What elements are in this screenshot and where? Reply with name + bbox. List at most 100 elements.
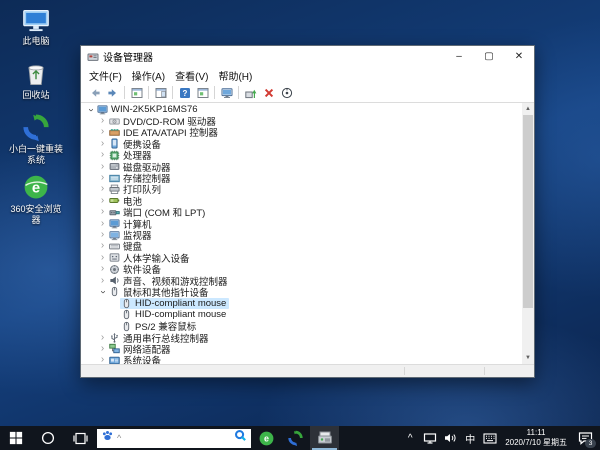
task-view-icon [73,432,88,445]
search-logo-icon[interactable] [234,429,247,447]
action-center-button[interactable]: 3 [572,426,598,450]
svg-text:?: ? [182,89,187,98]
taskbar-app-360-browser[interactable]: e [252,426,281,450]
recycle-bin-icon [21,60,51,88]
uninstall-icon [263,87,275,99]
chevron-collapsed-icon[interactable]: › [97,116,108,126]
tree-item[interactable]: › 系统设备 [83,355,521,364]
chevron-collapsed-icon[interactable]: › [97,162,108,172]
360-browser-icon: e [258,430,275,447]
tree-item[interactable]: ›打印队列 [83,184,521,195]
back-button[interactable] [86,85,103,101]
tree-item-label: HID-compliant mouse [135,298,226,309]
start-button[interactable] [0,426,32,450]
tree-item[interactable]: ›鼠标和其他指针设备 [83,286,521,297]
chevron-expanded-icon[interactable]: › [86,104,96,115]
menu-item-3[interactable]: 帮助(H) [213,68,257,83]
chevron-collapsed-icon[interactable]: › [97,230,108,240]
chevron-collapsed-icon[interactable]: › [97,184,108,194]
chevron-collapsed-icon[interactable]: › [97,207,108,217]
network-icon[interactable] [420,426,440,450]
chevron-collapsed-icon[interactable]: › [97,196,108,206]
computer-icon [97,104,108,115]
window-titlebar[interactable]: 设备管理器 – ▢ ✕ [81,46,534,67]
chevron-collapsed-icon[interactable]: › [97,241,108,251]
desktop-icon-this-pc[interactable]: 此电脑 [4,6,68,47]
chevron-collapsed-icon[interactable]: › [97,264,108,274]
device-manager-icon [317,430,333,446]
chevron-collapsed-icon[interactable]: › [97,219,108,229]
taskbar-search-input[interactable]: ^ [97,429,251,448]
windows-logo-icon [9,431,23,445]
chevron-collapsed-icon[interactable]: › [97,333,108,343]
notification-badge: 3 [585,439,596,448]
scan-hardware-changes-button[interactable] [278,85,295,101]
toolbar-separator [214,86,215,99]
statusbar-divider [484,367,485,375]
desktop-wallpaper: 此电脑回收站小白一键重装 系统e360安全浏览 器 设备管理器 – ▢ ✕ 文件… [0,0,600,450]
properties-button[interactable] [218,85,235,101]
chevron-collapsed-icon[interactable]: › [97,173,108,183]
console-window-icon [131,87,143,99]
scan-icon [281,87,293,99]
show-console-tree-button[interactable] [128,85,145,101]
toolbar-separator [238,86,239,99]
tray-overflow-chevron[interactable]: ^ [400,426,420,450]
scroll-down-icon[interactable]: ▼ [522,352,534,364]
chevron-collapsed-icon[interactable]: › [97,139,108,149]
scrollbar-thumb[interactable] [523,115,533,308]
chevron-expanded-icon[interactable]: › [98,286,108,297]
search-caret[interactable]: ^ [117,433,121,443]
menu-item-1[interactable]: 操作(A) [127,68,170,83]
forward-button[interactable] [104,85,121,101]
arrow-right-icon [107,87,119,99]
task-view-button[interactable] [64,426,96,450]
chevron-collapsed-icon[interactable]: › [97,276,108,286]
device-manager-icon [87,51,99,63]
minimize-button[interactable]: – [444,46,474,67]
ime-indicator[interactable]: 中 [460,426,480,450]
mouse-icon [109,286,120,297]
cortana-button[interactable] [32,426,64,450]
system-tray: ^ 中 11:11 2020/7/10 星期五 3 [400,426,600,450]
help-icon: ? [179,87,191,99]
show-action-pane-button[interactable] [152,85,169,101]
maximize-button[interactable]: ▢ [474,46,504,67]
chevron-collapsed-icon[interactable]: › [97,355,108,364]
chevron-collapsed-icon[interactable]: › [97,253,108,263]
desktop-icon-xiaobai-reinstall[interactable]: 小白一键重装 系统 [4,114,68,166]
desktop-icon-label: 此电脑 [22,36,49,47]
tree-item-label: 系统设备 [123,353,161,364]
volume-icon[interactable] [440,426,460,450]
desktop-icon-recycle-bin[interactable]: 回收站 [4,60,68,101]
desktop-icon-label: 回收站 [22,90,49,101]
desktop-icon-360-browser[interactable]: e360安全浏览 器 [4,174,68,226]
device-manager-window: 设备管理器 – ▢ ✕ 文件(F)操作(A)查看(V)帮助(H) ? ›WIN-… [80,45,535,378]
baidu-paw-icon [101,429,114,447]
scroll-up-icon[interactable]: ▲ [522,103,534,115]
desktop-icon-label: 360安全浏览 器 [10,204,61,226]
tree-item[interactable]: HID-compliant mouse [83,298,521,309]
update-driver-button[interactable] [242,85,259,101]
console-window-icon [197,87,209,99]
chevron-collapsed-icon[interactable]: › [97,344,108,354]
touch-keyboard-icon[interactable] [480,426,500,450]
taskbar-app-xiaobai[interactable] [281,426,310,450]
close-button[interactable]: ✕ [504,46,534,67]
menu-item-2[interactable]: 查看(V) [170,68,213,83]
chevron-collapsed-icon[interactable]: › [97,127,108,137]
desktop-icon-label: 小白一键重装 系统 [9,144,63,166]
tree-item[interactable]: ›监视器 [83,229,521,240]
vertical-scrollbar[interactable]: ▲ ▼ [522,103,534,364]
help-button[interactable]: ? [176,85,193,101]
menu-item-0[interactable]: 文件(F) [84,68,127,83]
taskbar-app-device-manager[interactable] [310,426,339,450]
xiaobai-reinstall-icon [21,114,51,142]
toolbar: ? [81,83,534,103]
taskbar-clock[interactable]: 11:11 2020/7/10 星期五 [500,428,572,448]
monitor-tool-icon [221,87,233,99]
chevron-collapsed-icon[interactable]: › [97,150,108,160]
items-view-button[interactable] [194,85,211,101]
360-browser-icon: e [21,174,51,202]
uninstall-device-button[interactable] [260,85,277,101]
